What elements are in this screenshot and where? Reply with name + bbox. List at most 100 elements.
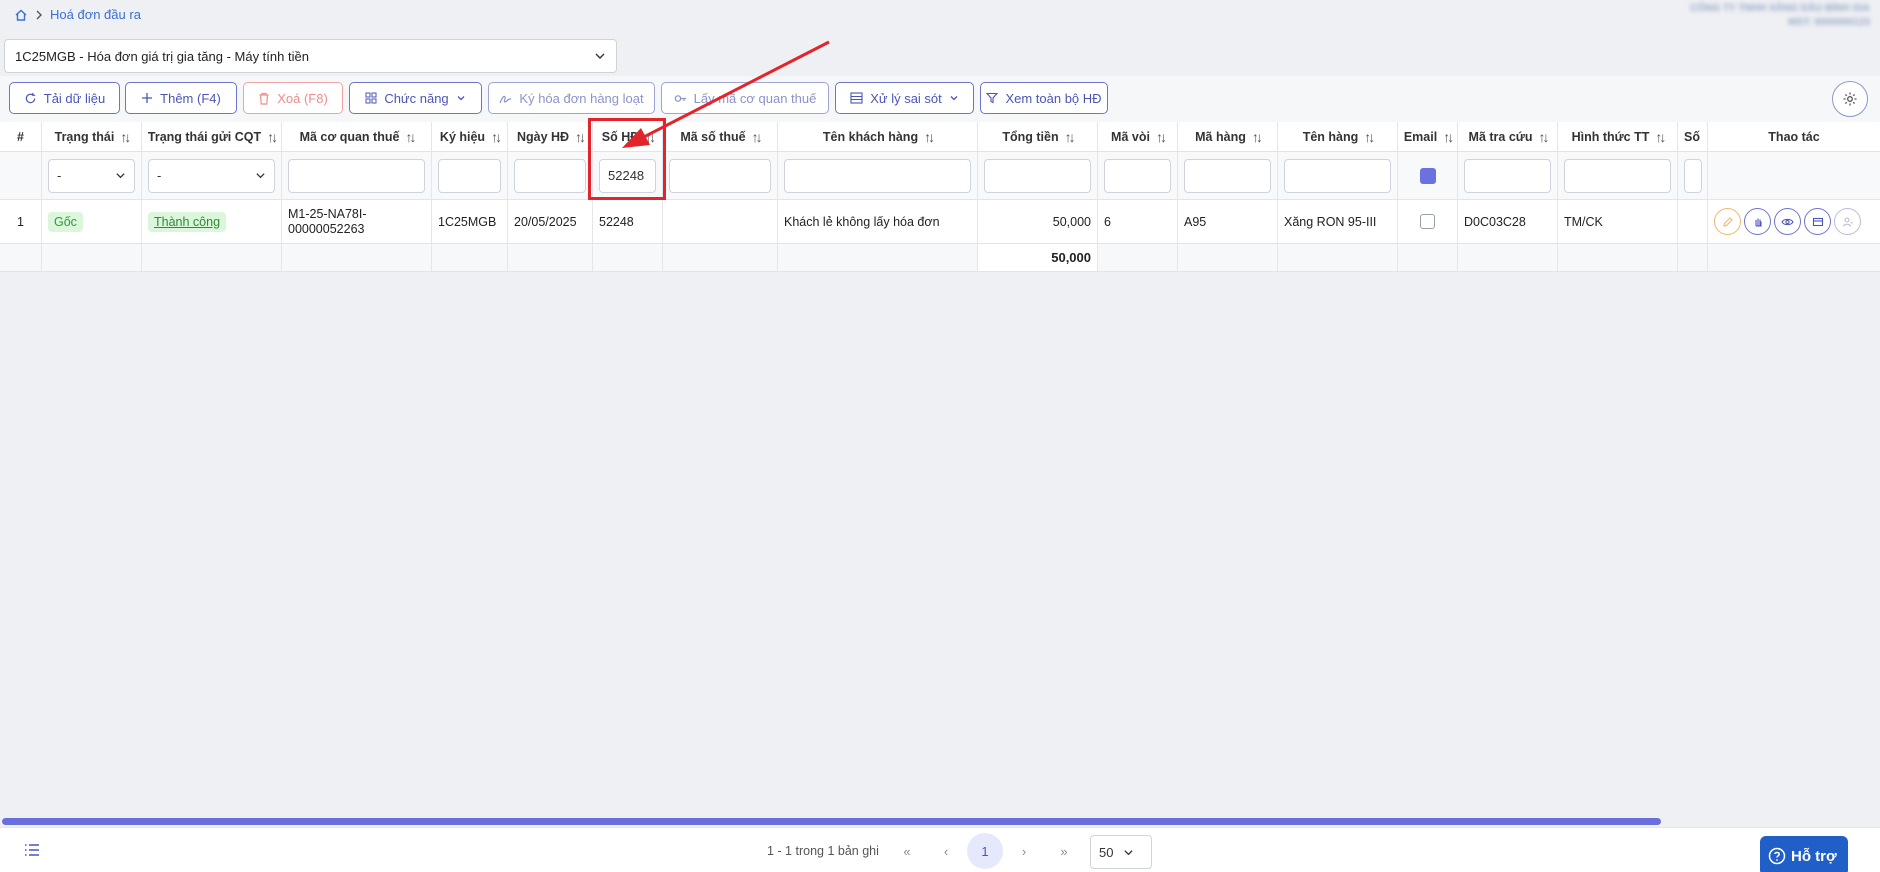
annotation-highlight-box (588, 118, 666, 200)
list-icon[interactable] (24, 843, 40, 857)
col-lookup-code[interactable]: Mã tra cứu ↑↓ (1458, 122, 1558, 151)
email-filter-checkbox[interactable] (1419, 167, 1436, 184)
sort-icon: ↑↓ (1538, 128, 1549, 145)
col-nozzle[interactable]: Mã vòi ↑↓ (1098, 122, 1178, 151)
status-badge: Gốc (48, 211, 83, 232)
send-status-filter-select[interactable]: - (148, 158, 275, 193)
extra-cell (1678, 200, 1708, 243)
chevron-down-icon (595, 53, 605, 59)
nozzle-filter[interactable] (1104, 158, 1171, 193)
invoice-series-select[interactable]: 1C25MGB - Hóa đơn giá trị gia tăng - Máy… (4, 39, 617, 73)
prev-page-button[interactable]: ‹ (931, 836, 961, 866)
horizontal-scrollbar[interactable] (2, 818, 1661, 825)
tax-id-filter[interactable] (669, 158, 771, 193)
sort-icon: ↑↓ (120, 128, 131, 145)
support-button[interactable]: Hỗ trợ (1760, 836, 1848, 872)
sort-icon: ↑↓ (405, 128, 416, 145)
col-payment[interactable]: Hình thức TT ↑↓ (1558, 122, 1678, 151)
table-row[interactable]: 1 Gốc Thành công M1-25-NA78I- 0000005226… (0, 200, 1880, 244)
support-label: Hỗ trợ (1791, 847, 1837, 865)
hand-icon (1754, 218, 1762, 227)
add-label: Thêm (F4) (160, 90, 221, 106)
sort-icon: ↑↓ (1064, 128, 1076, 145)
tax-authority-code-cell: M1-25-NA78I- 00000052263 (282, 200, 432, 243)
col-total[interactable]: Tổng tiền ↑↓ (978, 122, 1098, 151)
page-size-value: 50 (1099, 844, 1114, 860)
col-actions: Thao tác (1768, 129, 1820, 144)
invoice-series-value: 1C25MGB - Hóa đơn giá trị gia tăng - Máy… (15, 48, 309, 64)
gear-icon (1843, 92, 1857, 106)
refresh-icon (25, 92, 36, 103)
sort-icon: ↑↓ (491, 128, 502, 145)
pagination-footer: 1 - 1 trong 1 bản ghi « ‹ 1 › » 50 Hỗ tr… (0, 827, 1880, 872)
sort-icon: ↑↓ (924, 128, 935, 145)
handle-errors-dropdown-button[interactable]: Xử lý sai sót (835, 82, 974, 114)
chevron-down-icon (116, 173, 125, 179)
col-tax-id[interactable]: Mã số thuế ↑↓ (663, 122, 778, 151)
sort-icon: ↑↓ (1155, 128, 1167, 145)
lookup-code-filter[interactable] (1464, 158, 1551, 193)
col-tax-authority-code[interactable]: Mã cơ quan thuế ↑↓ (282, 122, 432, 151)
col-item-code[interactable]: Mã hàng ↑↓ (1178, 122, 1278, 151)
next-page-button[interactable]: › (1009, 836, 1039, 866)
sort-icon: ↑↓ (1443, 128, 1454, 145)
page-size-select[interactable]: 50 (1090, 835, 1152, 869)
total-sum: 50,000 (978, 244, 1098, 271)
table-header: # Trạng thái ↑↓ Trạng thái gửi CQT ↑↓ Mã c… (0, 122, 1880, 152)
date-filter[interactable] (514, 158, 586, 193)
view-all-label: Xem toàn bộ HĐ (1005, 90, 1102, 106)
symbol-filter[interactable] (438, 158, 501, 193)
home-icon[interactable] (14, 8, 28, 22)
col-item-name[interactable]: Tên hàng ↑↓ (1278, 122, 1398, 151)
chevron-down-icon (1124, 849, 1134, 855)
status-filter-select[interactable]: - (48, 158, 135, 193)
send-status-link[interactable]: Thành công (148, 211, 227, 232)
sign-button[interactable] (1744, 208, 1771, 235)
company-info: CÔNG TY TNHH XĂNG DẦU BÌNH GIA MST: 0000… (1690, 2, 1870, 30)
bulk-sign-button[interactable]: Ký hóa đơn hàng loạt (488, 82, 655, 114)
col-status[interactable]: Trạng thái ↑↓ (42, 122, 142, 151)
pencil-icon (1722, 216, 1733, 227)
payment-cell: TM/CK (1558, 200, 1678, 243)
breadcrumb: Hoá đơn đầu ra (14, 7, 141, 22)
functions-label: Chức năng (384, 90, 449, 106)
actions-cell (1708, 200, 1880, 243)
plus-icon (142, 93, 153, 103)
page-1-button[interactable]: 1 (967, 833, 1003, 869)
item-code-filter[interactable] (1184, 158, 1271, 193)
col-symbol[interactable]: Ký hiệu ↑↓ (432, 122, 508, 151)
sort-icon: ↑↓ (1655, 128, 1666, 145)
first-page-button[interactable]: « (892, 836, 922, 866)
payment-filter[interactable] (1564, 158, 1671, 193)
col-email[interactable]: Email ↑↓ (1398, 122, 1458, 151)
settings-button[interactable] (1832, 81, 1868, 117)
last-page-button[interactable]: » (1049, 836, 1079, 866)
send-email-button[interactable] (1804, 208, 1831, 235)
email-checkbox[interactable] (1420, 214, 1435, 229)
reload-button[interactable]: Tải dữ liệu (9, 82, 120, 114)
key-icon (674, 94, 686, 102)
functions-dropdown-button[interactable]: Chức năng (349, 82, 482, 114)
col-send-status[interactable]: Trạng thái gửi CQT ↑↓ (142, 122, 282, 151)
item-name-filter[interactable] (1284, 158, 1391, 193)
chevron-down-icon (457, 96, 465, 101)
sort-icon: ↑↓ (1251, 128, 1263, 145)
add-button[interactable]: Thêm (F4) (125, 82, 237, 114)
breadcrumb-current[interactable]: Hoá đơn đầu ra (50, 7, 141, 22)
extra-filter[interactable] (1684, 158, 1702, 193)
customer-name-filter[interactable] (784, 158, 971, 193)
tax-authority-code-filter[interactable] (288, 158, 425, 193)
col-date[interactable]: Ngày HĐ ↑↓ (508, 122, 593, 151)
col-extra[interactable]: Số (1678, 122, 1708, 151)
view-button[interactable] (1774, 208, 1801, 235)
mail-icon (1812, 217, 1823, 226)
delete-button[interactable]: Xoá (F8) (243, 82, 343, 114)
view-all-button[interactable]: Xem toàn bộ HĐ (980, 82, 1108, 114)
pagination-info: 1 - 1 trong 1 bản ghi (767, 844, 879, 858)
signature-icon (499, 95, 512, 103)
edit-button[interactable] (1714, 208, 1741, 235)
user-sign-button[interactable] (1834, 208, 1861, 235)
get-tax-code-button[interactable]: Lấy mã cơ quan thuế (661, 82, 829, 114)
total-filter[interactable] (984, 158, 1091, 193)
col-customer-name[interactable]: Tên khách hàng ↑↓ (778, 122, 978, 151)
